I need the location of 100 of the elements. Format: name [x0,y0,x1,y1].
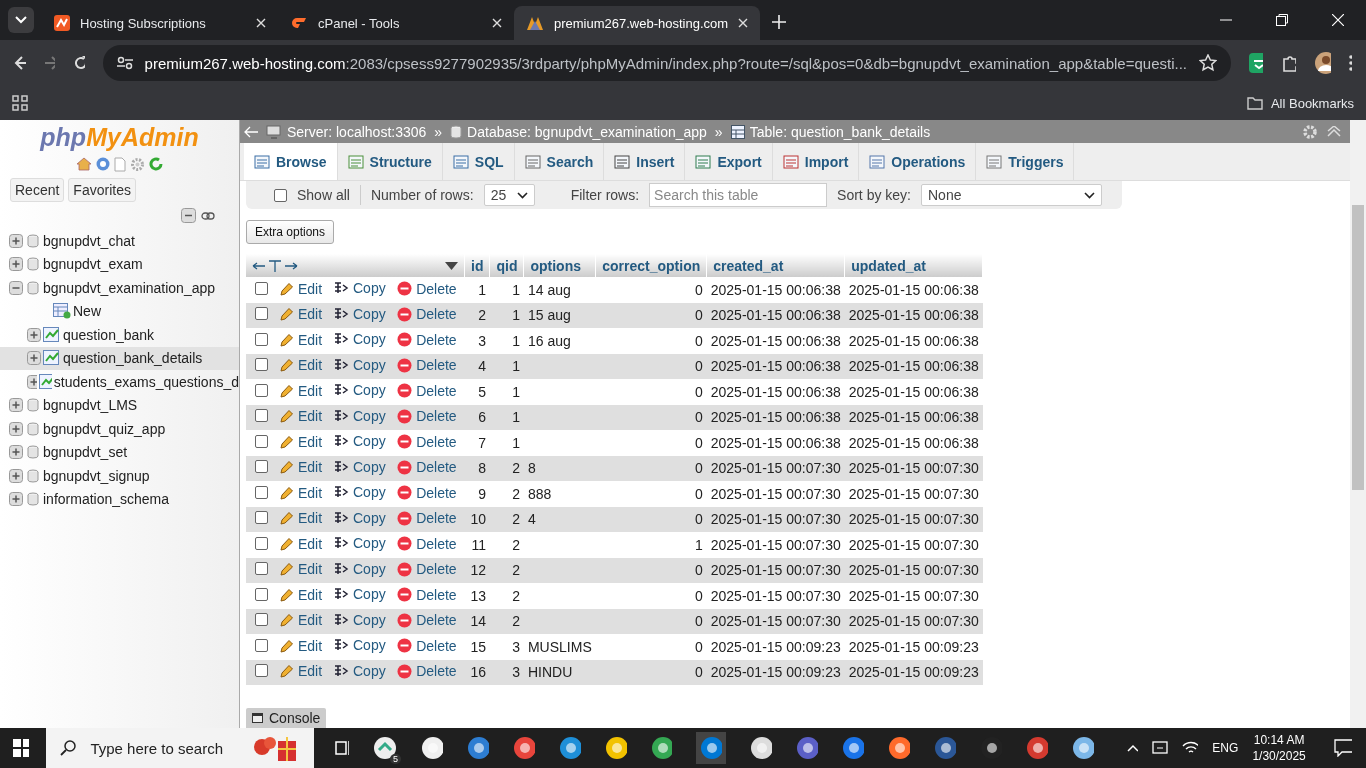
nav-tab[interactable]: Triggers [976,143,1075,180]
edit-link[interactable]: Edit [280,331,323,348]
column-header[interactable]: qid [489,254,524,277]
nav-tab[interactable]: Operations [859,143,977,180]
delete-link[interactable]: Delete [397,382,457,399]
back-arrow-icon[interactable] [244,125,258,138]
windows-start-icon[interactable] [13,739,30,757]
column-arrows-icon[interactable] [252,258,298,273]
nav-tab[interactable]: Import [772,143,860,180]
taskbar-app-icon[interactable] [420,736,443,760]
database-item[interactable]: bgnupdvt_chat [9,229,239,253]
sidebar-tab-button[interactable]: Favorites [68,178,136,202]
column-header[interactable]: options [523,254,596,277]
all-bookmarks-button[interactable]: All Bookmarks [1246,95,1354,111]
row-checkbox[interactable] [254,409,268,423]
edit-link[interactable]: Edit [280,586,323,603]
filter-field[interactable]: Search this table [649,183,828,207]
taskbar-app-icon[interactable] [1071,736,1094,760]
column-header[interactable]: id [464,254,490,277]
expand-icon[interactable] [9,257,23,272]
expand-icon[interactable] [9,468,23,483]
task-view-icon[interactable] [332,739,349,757]
copy-link[interactable]: Copy [333,382,386,399]
browser-tab[interactable]: premium267.web-hosting.com [514,6,761,40]
delete-link[interactable]: Delete [397,433,457,450]
copy-link[interactable]: Copy [333,637,386,654]
database-item[interactable]: information_schema [9,487,239,511]
table-item[interactable]: students_exams_questions_d [9,370,239,394]
breadcrumb-link[interactable]: Database: bgnupdvt_examination_app [450,123,707,140]
delete-link[interactable]: Delete [397,280,457,297]
row-checkbox[interactable] [254,281,268,295]
close-icon[interactable] [492,18,502,28]
expand-icon[interactable] [27,351,41,366]
row-checkbox[interactable] [254,562,268,576]
close-icon[interactable] [738,18,749,28]
delete-link[interactable]: Delete [397,586,457,603]
collapse-all-icon[interactable] [181,208,196,223]
taskbar-app-icon[interactable] [604,736,627,760]
reload-icon[interactable] [73,55,85,71]
row-checkbox[interactable] [254,358,268,372]
nav-tab[interactable]: Insert [604,143,686,180]
row-checkbox[interactable] [254,613,268,627]
table-item[interactable]: New [9,299,239,323]
edit-link[interactable]: Edit [280,637,323,654]
link-icon[interactable] [201,211,215,220]
back-icon[interactable] [14,55,26,71]
sidebar-tab-button[interactable]: Recent [10,178,65,202]
row-checkbox[interactable] [254,332,268,346]
apps-icon[interactable] [12,95,28,111]
copy-link[interactable]: Copy [333,280,386,297]
close-icon[interactable] [256,18,266,28]
database-item[interactable]: bgnupdvt_LMS [9,393,239,417]
puzzle-icon[interactable] [1281,53,1296,73]
database-item[interactable]: bgnupdvt_exam [9,252,239,276]
copy-link[interactable]: Copy [333,331,386,348]
taskbar-app-icon[interactable] [796,736,819,760]
edit-link[interactable]: Edit [280,484,323,501]
column-header[interactable]: correct_option [595,254,707,277]
delete-link[interactable]: Delete [397,484,457,501]
chevron-up-icon[interactable] [1126,744,1138,752]
delete-link[interactable]: Delete [397,331,457,348]
taskbar-app-icon[interactable] [512,736,535,760]
column-header[interactable]: updated_at [844,254,983,277]
breadcrumb-link[interactable]: Server: localhost:3306 [266,123,427,140]
help-icon[interactable] [96,157,110,171]
database-item[interactable]: bgnupdvt_examination_app [9,276,239,300]
nav-tab[interactable]: Browse [244,143,338,180]
clock[interactable]: 10:14 AM 1/30/2025 [1252,732,1306,764]
star-icon[interactable] [1199,54,1217,72]
collapse-icon[interactable] [9,280,23,295]
copy-link[interactable]: Copy [333,586,386,603]
row-checkbox[interactable] [254,485,268,499]
taskbar-app-icon[interactable] [842,736,865,760]
edit-link[interactable]: Edit [280,280,323,297]
table-item[interactable]: question_bank [9,323,239,347]
network-icon[interactable] [1151,740,1168,756]
breadcrumb-link[interactable]: Table: question_bank_details [730,123,931,140]
row-checkbox[interactable] [254,460,268,474]
taskbar-app-icon[interactable] [466,736,489,760]
avatar-icon[interactable] [1313,51,1332,75]
row-checkbox[interactable] [254,664,268,678]
database-item[interactable]: bgnupdvt_signup [9,464,239,488]
expand-icon[interactable] [9,233,23,248]
edit-link[interactable]: Edit [280,433,323,450]
column-header[interactable]: created_at [706,254,845,277]
expand-icon[interactable] [9,492,23,507]
copy-link[interactable]: Copy [333,433,386,450]
taskbar-app-icon[interactable] [650,736,673,760]
site-settings-icon[interactable] [116,56,133,70]
expand-icon[interactable] [9,445,23,460]
restore-icon[interactable] [1276,14,1288,26]
expand-icon[interactable] [9,421,23,436]
nav-tab[interactable]: SQL [442,143,515,180]
extension-icon[interactable] [1249,53,1264,73]
rows-select[interactable]: 25 [483,184,535,206]
expand-icon[interactable] [27,327,41,342]
row-checkbox[interactable] [254,307,268,321]
table-item[interactable]: question_bank_details [0,346,239,370]
nav-tab[interactable]: Search [514,143,605,180]
show-all-checkbox[interactable]: Show all [274,187,350,203]
